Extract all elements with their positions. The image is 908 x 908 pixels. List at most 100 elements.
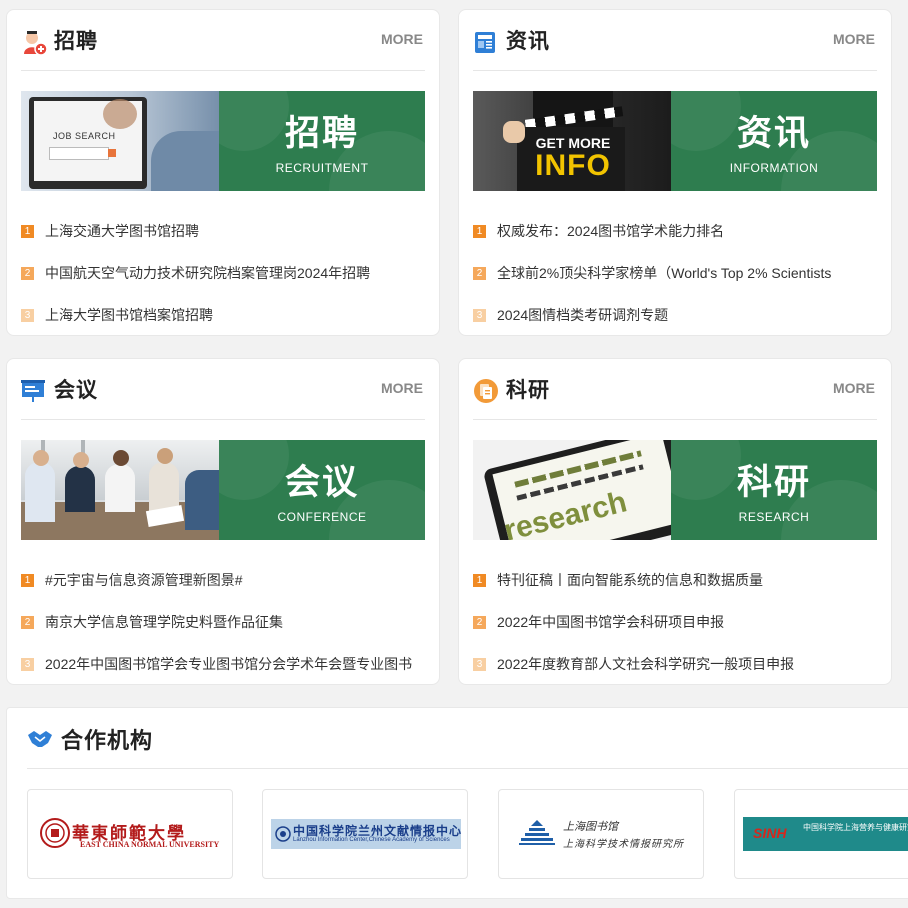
partner-name-en: Lanzhou Information Center,Chinese Acade… xyxy=(293,837,450,843)
more-link[interactable]: MORE xyxy=(381,380,423,396)
card-header: 招聘 MORE xyxy=(21,10,425,71)
list-item[interactable]: 3 2024图情档类考研调剂专题 xyxy=(473,294,883,336)
list-item-text: 2022年中国图书馆学会科研项目申报 xyxy=(497,614,725,630)
partner-logo-ecnu[interactable]: 華東師範大學 EAST CHINA NORMAL UNIVERSITY xyxy=(27,789,233,879)
list-item-text: 特刊征稿丨面向智能系统的信息和数据质量 xyxy=(497,572,763,588)
news-icon xyxy=(473,29,499,55)
list-item-text: #元宇宙与信息资源管理新图景# xyxy=(45,572,243,588)
rank-badge: 2 xyxy=(473,266,486,280)
banner-title: 招聘 xyxy=(284,114,359,153)
partner-logo-sinh[interactable]: SINH 中国科学院上海营养与健康研究所 xyxy=(734,789,908,879)
banner-photo: research xyxy=(473,440,671,540)
banner-label: 会议 CONFERENCE xyxy=(219,440,425,540)
partner-abbr: SINH xyxy=(753,825,787,841)
list-item[interactable]: 2 中国航天空气动力技术研究院档案管理岗2024年招聘 xyxy=(21,252,431,294)
banner-title: 会议 xyxy=(284,463,359,502)
news-card: 资讯 MORE GET MORE INFO 资讯 INFORMATION 1 权威… xyxy=(458,9,892,336)
rank-badge: 3 xyxy=(21,308,34,322)
list-item-text: 中国航天空气动力技术研究院档案管理岗2024年招聘 xyxy=(45,265,371,281)
card-header: 会议 MORE xyxy=(21,359,425,420)
partner-name-en: EAST CHINA NORMAL UNIVERSITY xyxy=(80,840,220,849)
partner-logo-lanzhou[interactable]: 中国科学院兰州文献情报中心 Lanzhou Information Center… xyxy=(262,789,468,879)
rank-badge: 1 xyxy=(21,224,34,238)
research-list: 1 特刊征稿丨面向智能系统的信息和数据质量 2 2022年中国图书馆学会科研项目申报… xyxy=(473,559,883,685)
more-link[interactable]: MORE xyxy=(833,380,875,396)
card-title: 会议 xyxy=(54,379,98,402)
rank-badge: 2 xyxy=(21,615,34,629)
list-item-text: 权威发布：2024图书馆学术能力排名 xyxy=(497,223,725,239)
more-link[interactable]: MORE xyxy=(833,31,875,47)
banner-subtitle: INFORMATION xyxy=(729,161,819,175)
sinh-logo-banner: SINH 中国科学院上海营养与健康研究所 xyxy=(743,817,908,851)
presentation-board-icon xyxy=(21,378,47,404)
rank-badge: 1 xyxy=(473,224,486,238)
banner-subtitle: CONFERENCE xyxy=(277,510,367,524)
research-card: 科研 MORE research 科研 RESEARCH 1 特刊征稿丨面向智能系… xyxy=(458,358,892,685)
news-banner[interactable]: GET MORE INFO 资讯 INFORMATION xyxy=(473,91,877,191)
recruiter-icon xyxy=(21,29,48,56)
library-pagoda-icon xyxy=(519,820,555,851)
rank-badge: 3 xyxy=(473,657,486,671)
partner-name: 上海图书馆 xyxy=(563,820,618,833)
list-item[interactable]: 1 #元宇宙与信息资源管理新图景# xyxy=(21,559,431,601)
list-item-text: 南京大学信息管理学院史料暨作品征集 xyxy=(45,614,283,630)
banner-label: 资讯 INFORMATION xyxy=(671,91,877,191)
list-item[interactable]: 1 权威发布：2024图书馆学术能力排名 xyxy=(473,210,883,252)
list-item[interactable]: 3 2022年度教育部人文社会科学研究一般项目申报 xyxy=(473,643,883,685)
documents-icon xyxy=(473,378,499,404)
list-item[interactable]: 3 上海大学图书馆档案馆招聘 xyxy=(21,294,431,336)
banner-title: 科研 xyxy=(736,463,811,502)
banner-label: 科研 RESEARCH xyxy=(671,440,877,540)
recruitment-card: 招聘 MORE JOB SEARCH 招聘 RECRUITMENT 1 上海交通大… xyxy=(6,9,440,336)
card-title: 资讯 xyxy=(506,30,550,53)
list-item[interactable]: 1 特刊征稿丨面向智能系统的信息和数据质量 xyxy=(473,559,883,601)
banner-subtitle: RECRUITMENT xyxy=(275,161,369,175)
list-item-text: 2022年中国图书馆学会专业图书馆分会学术年会暨专业图书 xyxy=(45,656,413,672)
lanzhou-logo-banner: 中国科学院兰州文献情报中心 Lanzhou Information Center… xyxy=(271,819,461,849)
recruitment-list: 1 上海交通大学图书馆招聘 2 中国航天空气动力技术研究院档案管理岗2024年招聘 … xyxy=(21,210,431,336)
handshake-icon xyxy=(27,727,53,749)
partner-name: 上海科学技术情报研究所 xyxy=(563,839,684,850)
list-item[interactable]: 2 南京大学信息管理学院史料暨作品征集 xyxy=(21,601,431,643)
card-header: 资讯 MORE xyxy=(473,10,877,71)
research-banner[interactable]: research 科研 RESEARCH xyxy=(473,440,877,540)
rank-badge: 1 xyxy=(21,573,34,587)
more-link[interactable]: MORE xyxy=(381,31,423,47)
rank-badge: 2 xyxy=(21,266,34,280)
conference-banner[interactable]: 会议 CONFERENCE xyxy=(21,440,425,540)
banner-subtitle: RESEARCH xyxy=(738,510,810,524)
card-header: 科研 MORE xyxy=(473,359,877,420)
list-item-text: 全球前2%顶尖科学家榜单（World's Top 2% Scientists xyxy=(497,265,832,281)
news-list: 1 权威发布：2024图书馆学术能力排名 2 全球前2%顶尖科学家榜单（World'… xyxy=(473,210,883,336)
list-item-text: 2022年度教育部人文社会科学研究一般项目申报 xyxy=(497,656,795,672)
rank-badge: 3 xyxy=(473,308,486,322)
banner-photo xyxy=(21,440,219,540)
partner-logo-shanghai-library[interactable]: 上海图书馆 上海科学技术情报研究所 xyxy=(498,789,704,879)
card-title: 招聘 xyxy=(54,30,98,53)
conference-card: 会议 MORE 会议 CONFERENCE 1 #元宇宙与信息资源管理新图景# … xyxy=(6,358,440,685)
partners-section: 合作机构 華東師範大學 EAST CHINA NORMAL UNIVERSITY… xyxy=(6,707,908,899)
list-item-text: 上海交通大学图书馆招聘 xyxy=(45,223,199,239)
list-item[interactable]: 3 2022年中国图书馆学会专业图书馆分会学术年会暨专业图书 xyxy=(21,643,431,685)
partner-name: 中国科学院上海营养与健康研究所 xyxy=(803,823,908,832)
banner-title: 资讯 xyxy=(736,114,811,153)
list-item[interactable]: 2 全球前2%顶尖科学家榜单（World's Top 2% Scientists xyxy=(473,252,883,294)
list-item-text: 上海大学图书馆档案馆招聘 xyxy=(45,307,213,323)
cas-emblem-icon xyxy=(275,826,291,847)
rank-badge: 2 xyxy=(473,615,486,629)
conference-list: 1 #元宇宙与信息资源管理新图景# 2 南京大学信息管理学院史料暨作品征集 3 202… xyxy=(21,559,431,685)
partners-header: 合作机构 xyxy=(27,708,908,769)
banner-photo: JOB SEARCH xyxy=(21,91,219,191)
list-item[interactable]: 2 2022年中国图书馆学会科研项目申报 xyxy=(473,601,883,643)
banner-label: 招聘 RECRUITMENT xyxy=(219,91,425,191)
photo-text: JOB SEARCH xyxy=(53,131,116,141)
list-item-text: 2024图情档类考研调剂专题 xyxy=(497,307,669,323)
photo-text: INFO xyxy=(535,149,611,182)
ecnu-seal-icon xyxy=(40,818,70,853)
rank-badge: 3 xyxy=(21,657,34,671)
list-item[interactable]: 1 上海交通大学图书馆招聘 xyxy=(21,210,431,252)
banner-photo: GET MORE INFO xyxy=(473,91,671,191)
card-title: 科研 xyxy=(506,379,550,402)
recruitment-banner[interactable]: JOB SEARCH 招聘 RECRUITMENT xyxy=(21,91,425,191)
partners-title: 合作机构 xyxy=(61,728,154,753)
